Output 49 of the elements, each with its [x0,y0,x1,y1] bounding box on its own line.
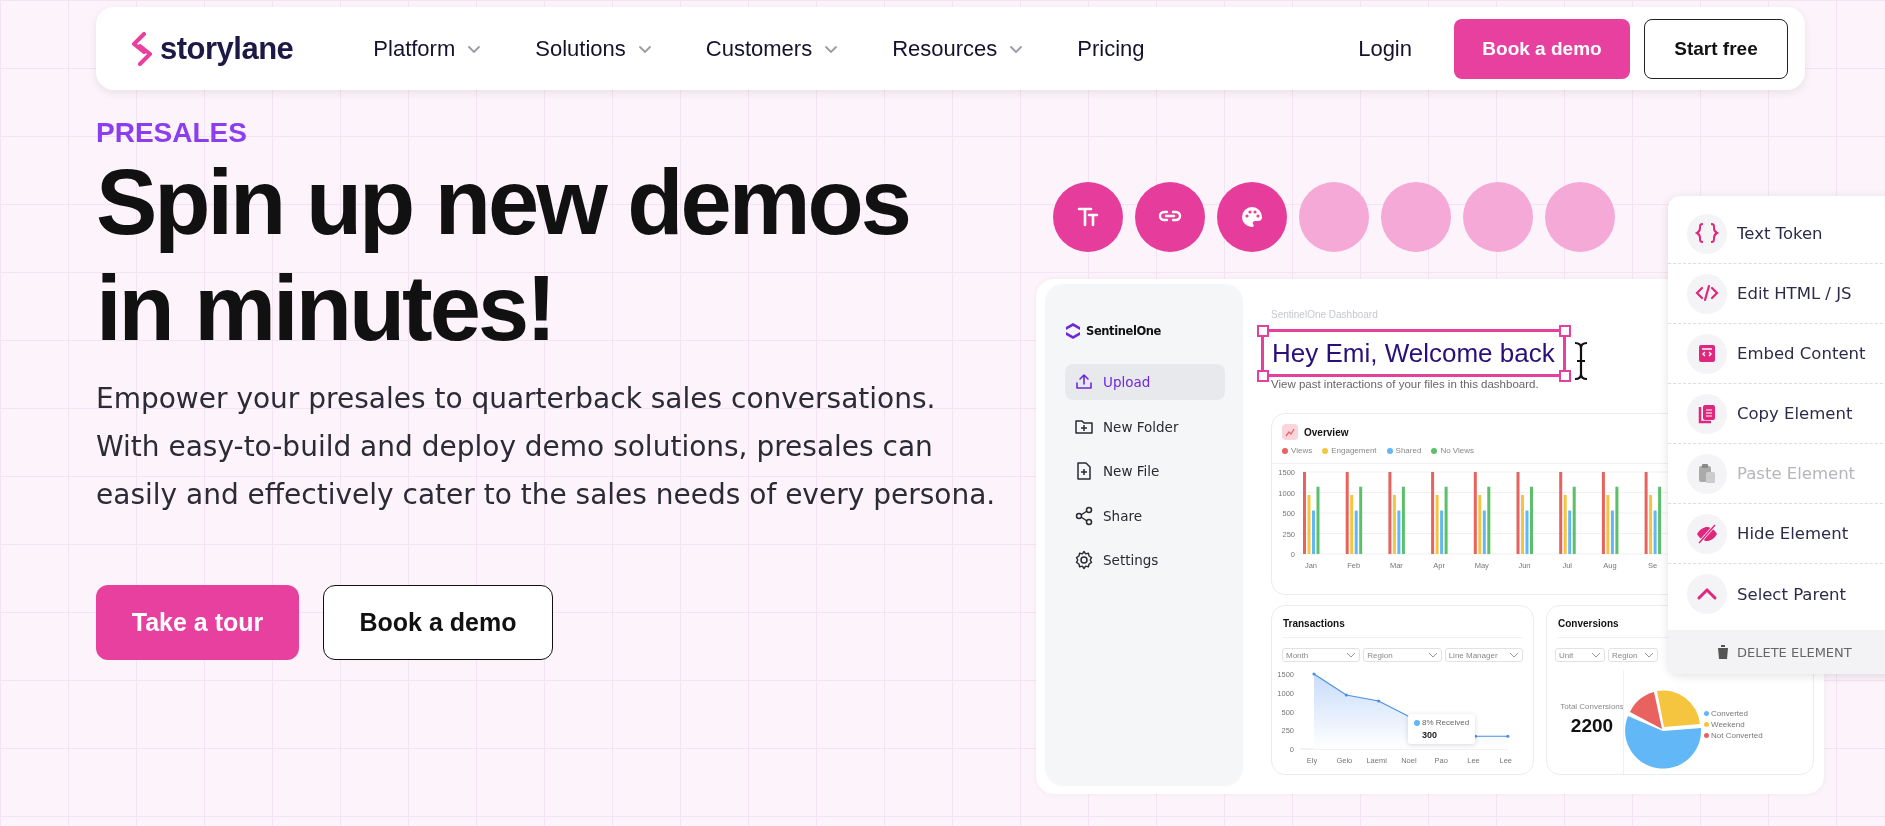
sidebar-item[interactable]: New Folder [1065,408,1225,445]
dropdown[interactable]: Unit [1555,648,1605,662]
menu-item[interactable]: Copy Element [1668,384,1885,444]
tooltip-value: 300 [1421,730,1439,740]
page-label: SentinelOne Dashboard [1271,309,1379,320]
tooltip-label: 8% Received [1422,718,1470,727]
take-tour-button[interactable]: Take a tour [96,585,299,660]
dropdown[interactable]: Month [1282,648,1361,662]
headline: Spin up new demos in minutes! [96,150,910,361]
card-title: Overview [1304,426,1349,438]
menu-item[interactable]: Select Parent [1668,564,1885,624]
menu-item[interactable]: Hide Element [1668,504,1885,564]
start-free-button[interactable]: Start free [1644,18,1788,79]
total-label: Total Conversions [1559,702,1625,711]
sidebar-item[interactable]: New File [1065,453,1225,489]
card-title: Conversions [1557,618,1620,629]
legend-label: Converted [1711,709,1748,718]
sidebar-item[interactable]: Share [1065,497,1225,534]
selected-heading[interactable]: Hey Emi, Welcome back [1261,329,1566,377]
menu-item[interactable]: Text Token [1668,204,1885,264]
eyebrow-label: PRESALES [96,117,248,149]
menu-item[interactable]: Embed Content [1668,324,1885,384]
description: Empower your presales to quarterback sales conversations. With easy-to-build and deploy demo solutions, presales can easily and effectively cater to the sales needs of every persona. [96,381,997,513]
total-value: 2200 [1569,715,1615,737]
nav-link[interactable]: Customers [705,35,843,62]
delete-button[interactable]: DELETE ELEMENT [1668,630,1885,674]
book-demo-button[interactable]: Book a demo [323,585,553,660]
login-link[interactable]: Login [1358,35,1412,62]
card-title: Transactions [1282,618,1346,629]
nav-link[interactable]: Resources [892,35,1028,62]
brand-name: SentinelOne [1086,324,1161,338]
logo-text: storylane [160,30,294,67]
legend-label: Views [1291,446,1313,455]
nav-link[interactable]: Pricing [1077,35,1149,62]
legend-label: Weekend [1711,720,1745,729]
subtitle: View past interactions of your files in this dashboard. [1271,378,1540,390]
legend-label: Not Converted [1711,731,1763,740]
dropdown[interactable]: Region [1608,648,1658,662]
dropdown[interactable]: Region [1363,648,1442,662]
nav-link[interactable]: Solutions [535,35,656,62]
legend-label: No Views [1440,446,1475,455]
menu-item[interactable]: Edit HTML / JS [1668,264,1885,324]
dropdown[interactable]: Line Manager [1444,648,1523,662]
sidebar-item[interactable]: Upload [1065,364,1225,400]
nav-link[interactable]: Platform [373,35,486,62]
legend-label: Engagement [1331,446,1377,455]
legend-label: Shared [1395,446,1422,455]
book-demo-button[interactable]: Book a demo [1454,18,1630,79]
sidebar-item[interactable]: Settings [1065,542,1225,578]
